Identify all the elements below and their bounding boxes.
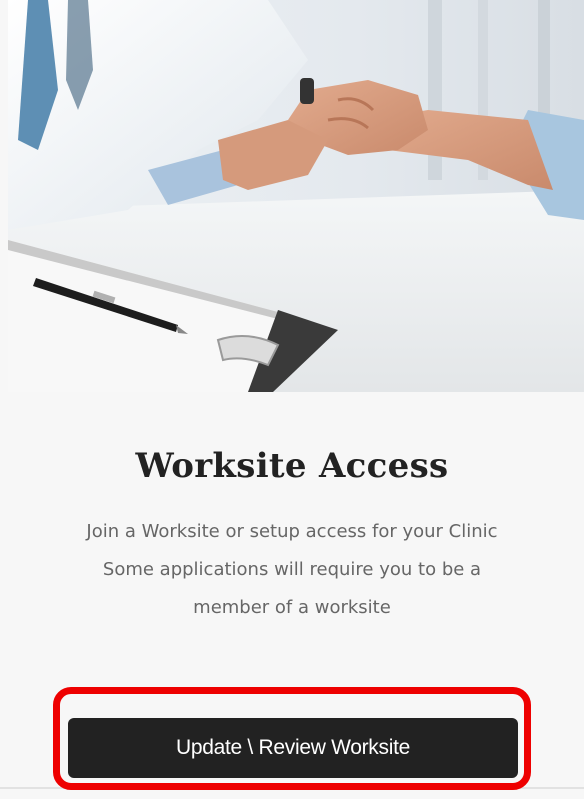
card-title: Worksite Access	[135, 446, 449, 486]
worksite-access-card: Worksite Access Join a Worksite or setup…	[0, 0, 584, 799]
description-line: Join a Worksite or setup access for your…	[86, 521, 498, 542]
card-photo	[8, 0, 584, 392]
description-line: Some applications will require you to be…	[102, 559, 482, 580]
card-description: Join a Worksite or setup access for your…	[20, 513, 564, 627]
update-review-worksite-button[interactable]: Update \ Review Worksite	[68, 718, 518, 778]
doctor-patient-hands-image	[8, 0, 584, 392]
description-line: member of a worksite	[193, 597, 391, 618]
